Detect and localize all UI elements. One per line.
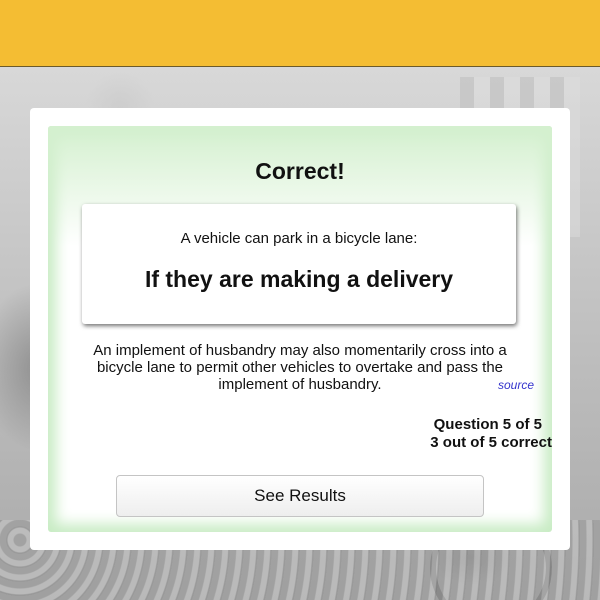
answer-text: If they are making a delivery (144, 266, 454, 292)
question-progress: Question 5 of 5 (433, 416, 542, 433)
progress-info: Question 5 of 5 3 out of 5 correct (352, 416, 552, 452)
quiz-card: Correct! A vehicle can park in a bicycle… (30, 108, 570, 550)
top-banner (0, 0, 600, 67)
score-progress: 3 out of 5 correct (430, 434, 552, 451)
result-title: Correct! (255, 158, 345, 184)
question-text: A vehicle can park in a bicycle lane: (180, 230, 418, 247)
question-box: A vehicle can park in a bicycle lane: If… (82, 204, 516, 324)
explanation-text: An implement of husbandry may also momen… (93, 342, 507, 393)
see-results-button[interactable]: See Results (116, 475, 484, 517)
source-link[interactable]: source (498, 378, 534, 392)
result-panel: Correct! A vehicle can park in a bicycle… (48, 126, 552, 532)
